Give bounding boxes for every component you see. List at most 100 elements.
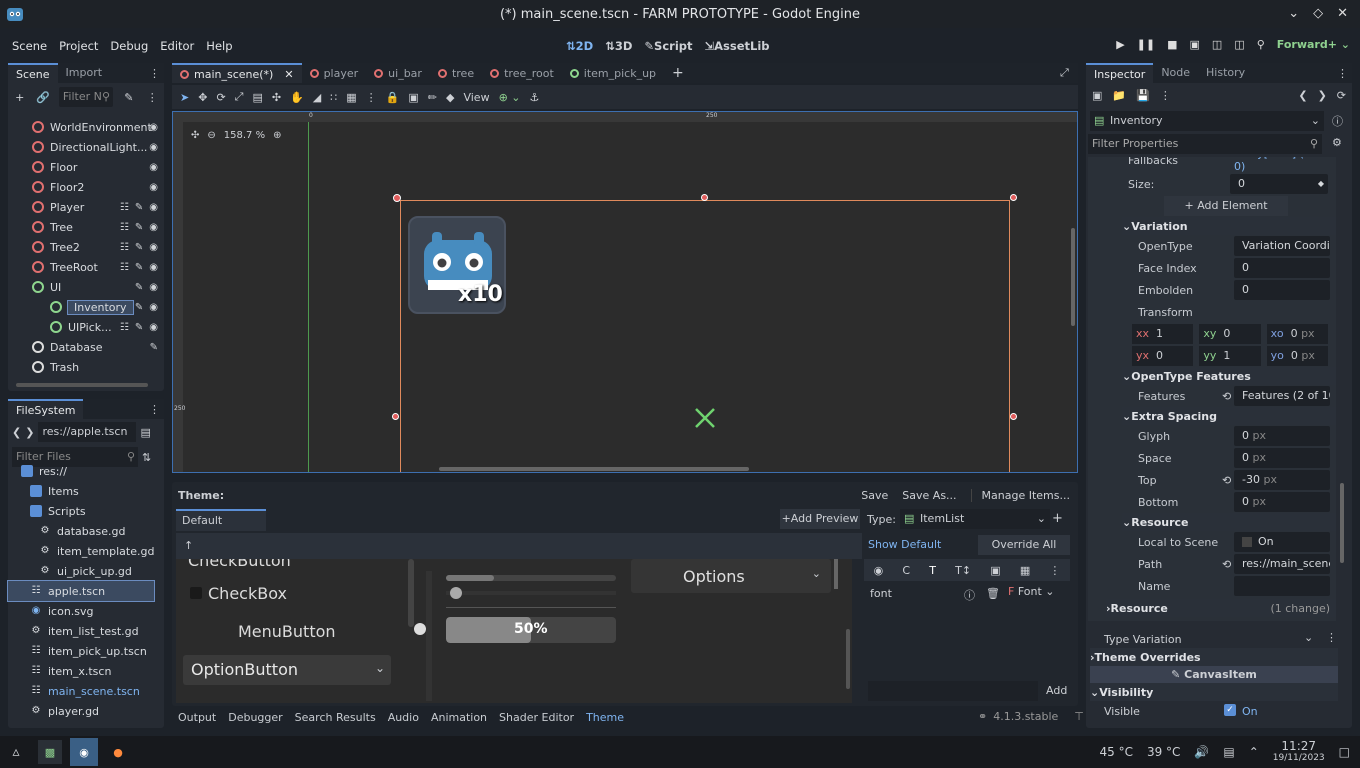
tab-import[interactable]: Import [58,63,111,83]
preview-checkbutton[interactable]: CheckButton [188,559,291,570]
revert-icon[interactable]: ⟲ [1222,390,1231,403]
lock-icon[interactable]: 🔒 [386,91,400,104]
menu-debug[interactable]: Debug [104,39,154,53]
minimize-icon[interactable]: ⌄ [1288,6,1299,21]
workspace-3d-button[interactable]: ⇅3D [605,39,632,53]
section-resource-collapsed[interactable]: › Resource (1 change) [1106,599,1336,617]
theme-save-button[interactable]: Save [861,489,888,502]
info-icon[interactable]: ⓘ [964,587,975,603]
constant-tab-icon[interactable]: C [902,564,910,577]
fontsize-tab-icon[interactable]: T↕ [955,564,971,577]
file-item[interactable]: ⚙ item_template.gd [8,541,164,561]
transform-yx[interactable]: yx 0 [1132,346,1194,366]
visibility-eye-icon[interactable]: ◉ [149,142,158,153]
resize-handle[interactable] [701,194,708,201]
canvasitem-header[interactable]: ✎ CanvasItem [1090,666,1338,684]
more-icon[interactable]: ⋮ [366,91,377,104]
visibility-eye-icon[interactable]: ◉ [149,242,158,253]
scene-instance-icon[interactable]: ☷ [120,322,129,333]
preview-vscrollbar[interactable] [846,629,850,689]
show-desktop-icon[interactable]: □ [1339,745,1350,759]
close-icon[interactable]: ✕ [1337,6,1348,21]
file-item[interactable]: ⚙ ui_pick_up.gd [8,561,164,581]
visibility-eye-icon[interactable]: ◉ [149,202,158,213]
play-icon[interactable]: ▶ [1116,38,1124,51]
more-icon[interactable]: ⋮ [1049,564,1060,577]
scene-instance-icon[interactable]: ☷ [120,262,129,273]
object-help-icon[interactable]: ⓘ [1332,113,1343,129]
back-icon[interactable]: ❮ [1298,89,1307,102]
smart-snap-icon[interactable]: ∷ [330,91,337,104]
move-tool-icon[interactable]: ✥ [198,91,207,104]
name-field[interactable] [1234,576,1330,596]
scene-tab[interactable]: main_scene(*) ✕ [172,63,302,83]
transform-xx[interactable]: xx 1 [1132,324,1194,344]
group-icon[interactable]: ▣ [408,91,418,104]
preview-checkbox[interactable]: CheckBox [208,584,287,603]
scene-instance-icon[interactable]: ☷ [120,222,129,233]
item-slot[interactable]: x10 [408,216,506,314]
scene-node[interactable]: Trash [8,357,164,377]
override-all-button[interactable]: Override All [978,535,1070,555]
file-item[interactable]: ☷ apple.tscn [7,580,155,602]
panel-toggle-icon[interactable]: ⊤ [1074,710,1084,723]
tab-inspector[interactable]: Inspector [1086,63,1154,83]
forward-icon[interactable]: ❯ [25,426,34,439]
dock-menu-icon[interactable]: ⋮ [149,67,160,80]
visibility-eye-icon[interactable]: ◉ [149,182,158,193]
script-icon[interactable]: ✎ [135,282,143,293]
script-icon[interactable]: ✎ [135,302,143,313]
scene-node[interactable]: UIPick... ☷ ✎ ◉ [8,317,164,337]
resize-handle[interactable] [1010,413,1017,420]
new-resource-icon[interactable]: ▣ [1092,89,1102,102]
workspace-assetlib-button[interactable]: ⇲AssetLib [705,39,770,53]
script-icon[interactable]: ✎ [135,202,143,213]
scene-tab[interactable]: item_pick_up [562,63,664,83]
tab-scene[interactable]: Scene [8,63,58,83]
resize-handle[interactable] [1010,194,1017,201]
select-tool-icon[interactable]: ➤ [180,91,189,104]
override-camera-icon[interactable]: ◆ [446,91,454,104]
file-item[interactable]: ☷ item_pick_up.tscn [8,641,164,661]
script-icon[interactable]: ✎ [135,242,143,253]
dock-menu-icon[interactable]: ⋮ [149,403,160,416]
script-icon[interactable]: ✎ [150,342,158,353]
add-key-icon[interactable]: ⊕ ⌄ [499,91,521,104]
view-menu[interactable]: View [463,91,489,104]
section-theme-overrides[interactable]: › Theme Overrides [1090,648,1338,666]
open-resource-icon[interactable]: 📁 [1112,89,1126,102]
menu-editor[interactable]: Editor [154,39,200,53]
path-field[interactable]: res://apple.tscn [38,422,137,442]
menu-help[interactable]: Help [200,39,238,53]
play-custom-icon[interactable]: ◫ [1234,38,1244,51]
preview-scrollbar[interactable] [834,559,838,589]
back-icon[interactable]: ❮ [12,426,21,439]
maximize-icon[interactable]: ◇ [1313,6,1323,21]
font-type-select[interactable]: F Font ⌄ [1004,582,1070,602]
forward-icon[interactable]: ❯ [1318,89,1327,102]
file-item[interactable]: ⚙ database.gd [8,521,164,541]
terminal-icon[interactable]: ▩ [38,740,62,764]
add-item-button[interactable]: Add [1046,684,1067,697]
hscroll-preview[interactable] [446,575,616,581]
vscroll-preview[interactable] [408,559,414,627]
scene-instance-icon[interactable]: ☷ [120,242,129,253]
add-type-icon[interactable]: + [1052,511,1063,526]
picker-icon[interactable]: ↑ [184,539,193,552]
zoom-level[interactable]: 158.7 % [224,130,265,141]
file-item[interactable]: ☷ main_scene.tscn [8,681,164,701]
section-opentype-features[interactable]: ⌄ OpenType Features [1122,367,1336,385]
center-view-icon[interactable]: ✣ [191,130,199,141]
style-tab-icon[interactable]: ▦ [1020,564,1030,577]
visibility-eye-icon[interactable]: ◉ [149,322,158,333]
bottom-tab[interactable]: Audio [382,711,425,724]
zoom-out-icon[interactable]: ⊖ [207,130,215,141]
bottom-tab[interactable]: Shader Editor [493,711,580,724]
save-resource-icon[interactable]: 💾 [1136,89,1150,102]
scene-node[interactable]: WorldEnvironment ◉ [8,117,164,137]
transform-xo[interactable]: xo 0 px [1266,324,1328,344]
visibility-eye-icon[interactable]: ◉ [149,282,158,293]
close-tab-icon[interactable]: ✕ [284,68,293,81]
tab-history[interactable]: History [1198,63,1253,83]
font-tab-icon[interactable]: T [929,564,936,577]
